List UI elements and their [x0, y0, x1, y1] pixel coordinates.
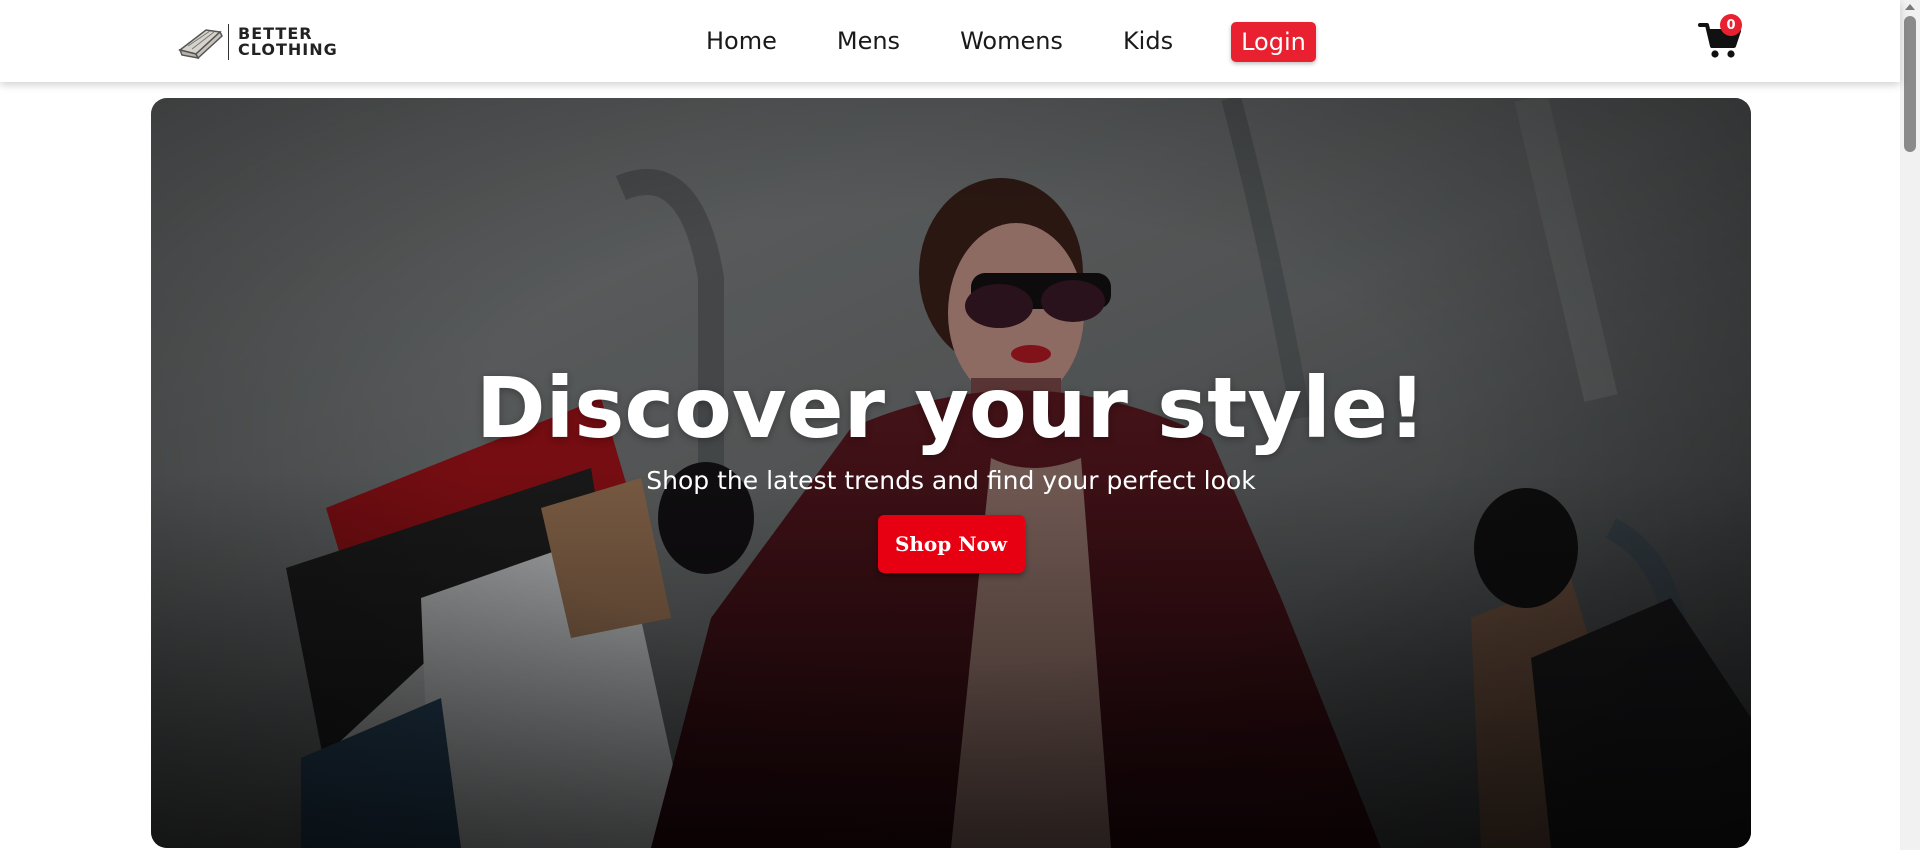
nav-link-womens[interactable]: Womens — [960, 27, 1063, 55]
page: BETTER CLOTHING Home Mens Womens Kids Lo… — [0, 0, 1920, 850]
hero-content: Discover your style! Shop the latest tre… — [151, 98, 1751, 848]
page-scrollbar[interactable] — [1900, 0, 1920, 850]
scrollbar-thumb[interactable] — [1904, 16, 1916, 152]
shop-now-button[interactable]: Shop Now — [877, 515, 1025, 573]
nav-link-mens[interactable]: Mens — [837, 27, 900, 55]
login-button[interactable]: Login — [1231, 22, 1316, 62]
logo-line-2: CLOTHING — [238, 40, 338, 59]
folded-cloth-icon — [178, 29, 223, 60]
scroll-up-arrow-icon[interactable] — [1905, 4, 1915, 10]
nav-link-kids[interactable]: Kids — [1123, 27, 1173, 55]
main-nav: Home Mens Womens Kids Login — [706, 0, 1316, 82]
cart-count-badge: 0 — [1720, 14, 1742, 36]
site-header: BETTER CLOTHING Home Mens Womens Kids Lo… — [0, 0, 1900, 82]
nav-link-home[interactable]: Home — [706, 27, 777, 55]
logo-divider — [228, 24, 229, 60]
logo-wordmark: BETTER CLOTHING — [238, 26, 338, 58]
hero-banner: Discover your style! Shop the latest tre… — [151, 98, 1751, 848]
hero-subtitle: Shop the latest trends and find your per… — [646, 466, 1256, 495]
brand-logo[interactable]: BETTER CLOTHING — [176, 22, 338, 62]
hero-title: Discover your style! — [475, 359, 1427, 457]
